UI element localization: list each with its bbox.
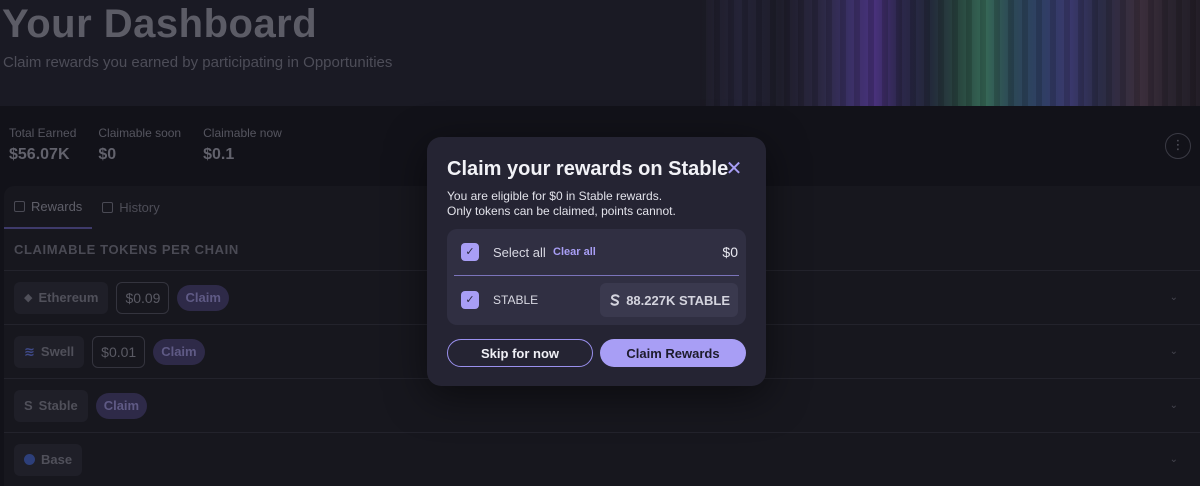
skip-button[interactable]: Skip for now xyxy=(447,339,593,367)
list-divider xyxy=(454,275,739,276)
select-all-label: Select all xyxy=(493,244,546,260)
claim-button[interactable]: Claim xyxy=(177,284,229,311)
select-all-row: ✓ Select all Clear all $0 xyxy=(447,229,746,275)
tab-history[interactable]: History xyxy=(92,186,169,229)
select-all-amount: $0 xyxy=(722,244,738,260)
chevron-down-icon[interactable]: ⌄ xyxy=(1170,346,1178,357)
claim-button[interactable]: Claim xyxy=(153,338,205,365)
page-title: Your Dashboard xyxy=(2,2,318,46)
section-title: CLAIMABLE TOKENS PER CHAIN xyxy=(14,242,239,257)
chevron-down-icon[interactable]: ⌄ xyxy=(1170,292,1178,303)
hero-artwork xyxy=(700,0,1200,106)
chain-name: Ethereum xyxy=(38,290,99,305)
stat-claimable-soon: Claimable soon $0 xyxy=(98,126,181,164)
chain-row-base[interactable]: Base ⌄ xyxy=(4,432,1200,486)
stat-total-earned: Total Earned $56.07K xyxy=(9,126,76,164)
modal-description: You are eligible for $0 in Stable reward… xyxy=(447,189,676,219)
base-icon xyxy=(24,454,35,465)
claim-button[interactable]: Claim xyxy=(95,392,148,419)
ethereum-icon: ◆ xyxy=(24,292,33,304)
token-amount: 88.227K STABLE xyxy=(626,292,730,308)
chevron-down-icon[interactable]: ⌄ xyxy=(1170,400,1178,411)
token-checkbox[interactable]: ✓ xyxy=(461,291,479,309)
stat-value: $0.1 xyxy=(203,146,235,163)
tab-label: Rewards xyxy=(31,199,83,214)
stat-value: $56.07K xyxy=(9,146,70,163)
chain-name: Base xyxy=(41,452,73,467)
chain-amount: $0.01 xyxy=(92,335,146,368)
token-amount-badge: 88.227K STABLE xyxy=(600,283,738,317)
token-selection-list: ✓ Select all Clear all $0 ✓ STABLE 88.22… xyxy=(447,229,746,325)
swell-icon: ≋ xyxy=(24,343,35,359)
tab-rewards[interactable]: Rewards xyxy=(4,186,93,229)
tab-bar: Rewards History xyxy=(4,186,170,229)
history-icon xyxy=(102,202,114,213)
tokens-note-text: Only tokens can be claimed, points canno… xyxy=(447,204,676,218)
page-subtitle: Claim rewards you earned by participatin… xyxy=(3,54,393,71)
gift-icon xyxy=(14,201,25,212)
tab-label: History xyxy=(119,200,160,215)
chain-amount: $0.09 xyxy=(116,281,170,314)
clear-all-link[interactable]: Clear all xyxy=(553,246,596,258)
chain-chip: ◆ Ethereum xyxy=(14,281,109,314)
chain-chip: S Stable xyxy=(14,389,88,422)
more-options-button[interactable]: ⋮ xyxy=(1165,133,1191,159)
stat-label: Total Earned xyxy=(9,126,77,140)
select-all-checkbox[interactable]: ✓ xyxy=(461,243,479,261)
chain-row-stable[interactable]: S Stable Claim ⌄ xyxy=(4,378,1200,432)
stat-label: Claimable soon xyxy=(98,126,182,140)
stat-value: $0 xyxy=(98,146,117,163)
token-row-stable: ✓ STABLE 88.227K STABLE xyxy=(447,277,746,323)
close-icon[interactable]: ✕ xyxy=(724,159,744,179)
stats-bar: Total Earned $56.07K Claimable soon $0 C… xyxy=(9,126,304,164)
stat-label: Claimable now xyxy=(203,126,282,140)
claim-rewards-button[interactable]: Claim Rewards xyxy=(600,339,746,367)
vertical-dots-icon: ⋮ xyxy=(1171,137,1185,152)
stable-icon: S xyxy=(24,398,33,413)
stat-claimable-now: Claimable now $0.1 xyxy=(203,126,282,164)
chain-chip: Base xyxy=(14,443,83,476)
token-name: STABLE xyxy=(493,293,539,307)
eligibility-text: You are eligible for $0 in Stable reward… xyxy=(447,189,663,203)
modal-title: Claim your rewards on Stable xyxy=(447,158,729,180)
chevron-down-icon[interactable]: ⌄ xyxy=(1170,454,1178,465)
chain-chip: ≋ Swell xyxy=(14,335,85,368)
stable-icon xyxy=(610,294,620,306)
chain-name: Stable xyxy=(38,398,78,413)
claim-rewards-modal: Claim your rewards on Stable ✕ You are e… xyxy=(427,137,766,386)
hero-banner: Your Dashboard Claim rewards you earned … xyxy=(0,0,1200,106)
chain-name: Swell xyxy=(40,344,75,359)
